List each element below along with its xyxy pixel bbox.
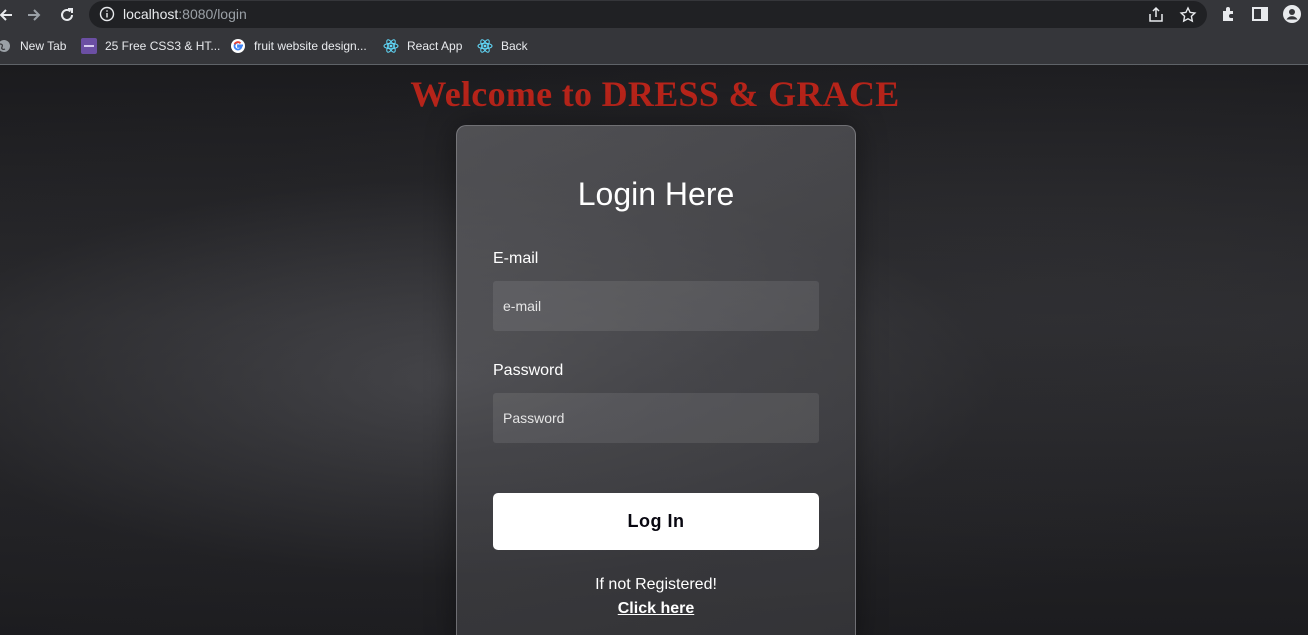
url-text[interactable]: localhost:8080/login [123,6,247,22]
bookmark-css3[interactable]: 25 Free CSS3 & HT... [81,37,220,55]
url-host: localhost [123,6,179,22]
globe-icon [0,38,12,54]
profile-icon[interactable] [1282,4,1302,24]
bookmark-label: Back [501,39,528,53]
star-icon[interactable] [1179,6,1197,24]
arrow-right-icon [28,9,41,21]
reload-icon [61,8,73,21]
back-button[interactable] [0,3,18,27]
bookmark-fruit-website[interactable]: fruit website design... [230,37,367,55]
arrow-left-icon [0,9,12,21]
forward-button[interactable] [22,3,46,27]
side-panel-icon[interactable] [1250,4,1270,24]
address-bar[interactable]: localhost:8080/login [89,1,1207,28]
react-icon [383,38,399,54]
bookmarks-bar: New Tab 25 Free CSS3 & HT... fruit websi… [0,29,1308,65]
login-button[interactable]: Log In [493,493,819,550]
browser-toolbar: localhost:8080/login [0,0,1308,29]
bookmark-label: New Tab [20,39,67,53]
email-field[interactable] [493,281,819,331]
register-prompt: If not Registered! [595,576,717,593]
register-link[interactable]: Click here [457,600,855,618]
form-title: Login Here [577,176,735,212]
share-icon[interactable] [1147,6,1165,24]
url-path: :8080/login [178,6,247,22]
bookmark-new-tab[interactable]: New Tab [0,37,66,55]
bookmark-label: React App [407,39,463,53]
welcome-heading: Welcome to DRESS & GRACE [410,74,900,114]
bookmark-label: fruit website design... [254,39,367,53]
page-content: Welcome to DRESS & GRACE Login Here E-ma… [0,65,1308,635]
colorlib-icon [81,38,97,54]
password-field[interactable] [493,393,819,443]
password-label: Password [493,362,564,379]
bookmark-label: 25 Free CSS3 & HT... [105,39,221,53]
email-label: E-mail [493,250,539,267]
info-icon[interactable] [99,6,115,27]
google-icon [230,38,246,54]
bookmark-back[interactable]: Back [477,37,528,55]
extensions-icon[interactable] [1219,4,1239,24]
bookmark-react-app[interactable]: React App [383,37,462,55]
react-icon [477,38,493,54]
login-form: Login Here E-mail Password Log In If not… [456,125,856,635]
reload-button[interactable] [55,3,79,27]
